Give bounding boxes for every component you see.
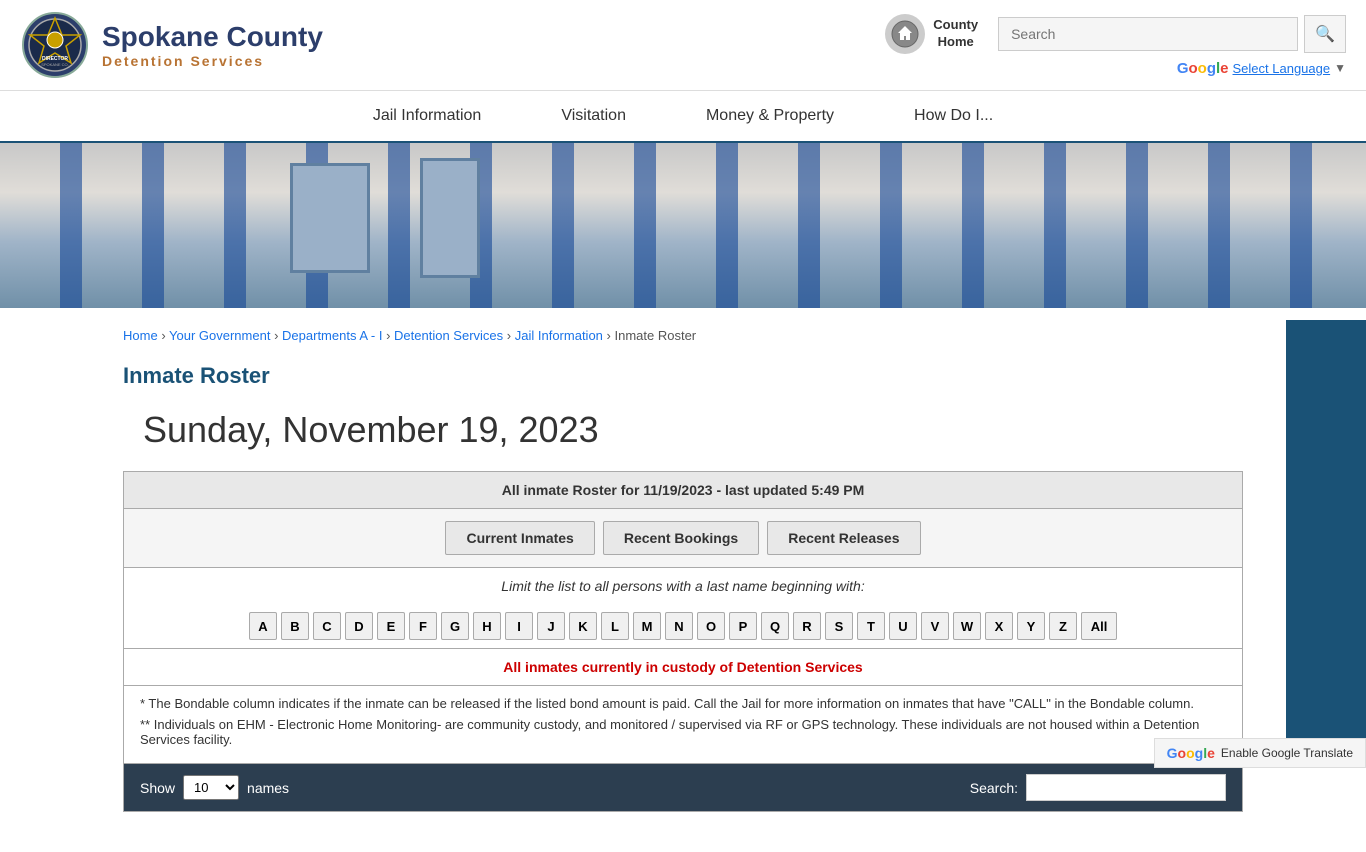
header-right: County Home 🔍 Google Select Language ▼ xyxy=(885,14,1346,77)
org-subtitle: Detention Services xyxy=(102,53,323,69)
date-heading: Sunday, November 19, 2023 xyxy=(123,409,1243,451)
nav-money-property[interactable]: Money & Property xyxy=(706,107,834,125)
alpha-a[interactable]: A xyxy=(249,612,277,640)
alpha-m[interactable]: M xyxy=(633,612,661,640)
show-label: Show xyxy=(140,780,175,796)
breadcrumb-sep-2: › xyxy=(274,328,282,343)
alpha-l[interactable]: L xyxy=(601,612,629,640)
enable-google-translate-link[interactable]: Enable Google Translate xyxy=(1221,746,1353,760)
alpha-n[interactable]: N xyxy=(665,612,693,640)
alpha-t[interactable]: T xyxy=(857,612,885,640)
breadcrumb-detention[interactable]: Detention Services xyxy=(394,328,503,343)
table-search-input[interactable] xyxy=(1026,774,1226,801)
alpha-d[interactable]: D xyxy=(345,612,373,640)
search-label: Search: xyxy=(970,780,1018,796)
breadcrumb-jail-info[interactable]: Jail Information xyxy=(515,328,603,343)
tab-buttons: Current Inmates Recent Bookings Recent R… xyxy=(124,509,1242,568)
names-label: names xyxy=(247,780,289,796)
hero-window-1 xyxy=(290,163,370,273)
breadcrumb-your-government[interactable]: Your Government xyxy=(169,328,270,343)
alpha-y[interactable]: Y xyxy=(1017,612,1045,640)
table-search-area: Search: xyxy=(970,774,1226,801)
alpha-q[interactable]: Q xyxy=(761,612,789,640)
footnotes: * The Bondable column indicates if the i… xyxy=(124,686,1242,764)
alpha-b[interactable]: B xyxy=(281,612,309,640)
page-title: Inmate Roster xyxy=(123,363,1243,389)
alpha-f[interactable]: F xyxy=(409,612,437,640)
translate-dropdown-arrow[interactable]: ▼ xyxy=(1334,61,1346,75)
breadcrumb-departments[interactable]: Departments A - I xyxy=(282,328,382,343)
alpha-x[interactable]: X xyxy=(985,612,1013,640)
google-g-icon: Google xyxy=(1177,60,1229,77)
county-home-link[interactable]: County Home xyxy=(885,14,978,54)
search-button[interactable]: 🔍 xyxy=(1304,15,1346,53)
org-title: Spokane County Detention Services xyxy=(102,21,323,69)
alpha-h[interactable]: H xyxy=(473,612,501,640)
county-home-label2: Home xyxy=(933,34,978,51)
alpha-all[interactable]: All xyxy=(1081,612,1117,640)
show-select[interactable]: 10 25 50 100 xyxy=(183,775,239,800)
svg-text:SPOKANE CO.: SPOKANE CO. xyxy=(41,62,69,67)
badge-icon: DIRECTOR SPOKANE CO. xyxy=(20,10,90,80)
breadcrumb-sep-1: › xyxy=(161,328,169,343)
breadcrumb: Home › Your Government › Departments A -… xyxy=(123,328,1243,343)
alpha-o[interactable]: O xyxy=(697,612,725,640)
alpha-u[interactable]: U xyxy=(889,612,917,640)
nav-how-do-i[interactable]: How Do I... xyxy=(914,107,993,125)
google-translate-bar: Google Enable Google Translate xyxy=(1154,738,1366,768)
tab-recent-releases[interactable]: Recent Releases xyxy=(767,521,920,555)
breadcrumb-sep-4: › xyxy=(507,328,515,343)
footnote-1: * The Bondable column indicates if the i… xyxy=(140,696,1226,711)
county-home-label: County xyxy=(933,17,978,34)
site-header: DIRECTOR SPOKANE CO. Spokane County Dete… xyxy=(0,0,1366,91)
breadcrumb-current: Inmate Roster xyxy=(614,328,696,343)
alpha-i[interactable]: I xyxy=(505,612,533,640)
breadcrumb-sep-3: › xyxy=(386,328,394,343)
footnote-2: ** Individuals on EHM - Electronic Home … xyxy=(140,717,1226,747)
alpha-c[interactable]: C xyxy=(313,612,341,640)
alpha-z[interactable]: Z xyxy=(1049,612,1077,640)
search-input[interactable] xyxy=(998,17,1298,51)
hero-window-2 xyxy=(420,158,480,278)
status-message: All inmates currently in custody of Dete… xyxy=(124,649,1242,686)
search-area: 🔍 xyxy=(998,15,1346,53)
alpha-buttons: A B C D E F G H I J K L M N O P Q R S T xyxy=(124,604,1242,648)
hero-image xyxy=(0,143,1366,308)
right-accent-decoration xyxy=(1286,320,1366,768)
alpha-label: Limit the list to all persons with a las… xyxy=(124,568,1242,604)
alpha-k[interactable]: K xyxy=(569,612,597,640)
nav-visitation[interactable]: Visitation xyxy=(561,107,626,125)
main-content: Home › Your Government › Departments A -… xyxy=(103,308,1263,852)
org-name: Spokane County xyxy=(102,21,323,53)
alpha-s[interactable]: S xyxy=(825,612,853,640)
roster-header: All inmate Roster for 11/19/2023 - last … xyxy=(124,472,1242,509)
language-select-area: Google Select Language ▼ xyxy=(1177,60,1346,77)
breadcrumb-home[interactable]: Home xyxy=(123,328,158,343)
alpha-j[interactable]: J xyxy=(537,612,565,640)
table-controls: Show 10 25 50 100 names Search: xyxy=(124,764,1242,811)
logo-area: DIRECTOR SPOKANE CO. Spokane County Dete… xyxy=(20,10,885,80)
nav-jail-information[interactable]: Jail Information xyxy=(373,107,482,125)
alpha-r[interactable]: R xyxy=(793,612,821,640)
select-language-link[interactable]: Select Language xyxy=(1233,61,1331,76)
alpha-e[interactable]: E xyxy=(377,612,405,640)
tab-recent-bookings[interactable]: Recent Bookings xyxy=(603,521,759,555)
alpha-v[interactable]: V xyxy=(921,612,949,640)
roster-container: All inmate Roster for 11/19/2023 - last … xyxy=(123,471,1243,812)
tab-current-inmates[interactable]: Current Inmates xyxy=(445,521,594,555)
hero-bars-background xyxy=(0,143,1366,308)
alpha-p[interactable]: P xyxy=(729,612,757,640)
show-area: Show 10 25 50 100 names xyxy=(140,775,289,800)
main-nav: Jail Information Visitation Money & Prop… xyxy=(0,91,1366,143)
county-home-icon xyxy=(885,14,925,54)
alpha-g[interactable]: G xyxy=(441,612,469,640)
google-translate-icon: Google xyxy=(1167,745,1215,761)
alpha-filter-section: Limit the list to all persons with a las… xyxy=(124,568,1242,649)
alpha-w[interactable]: W xyxy=(953,612,981,640)
